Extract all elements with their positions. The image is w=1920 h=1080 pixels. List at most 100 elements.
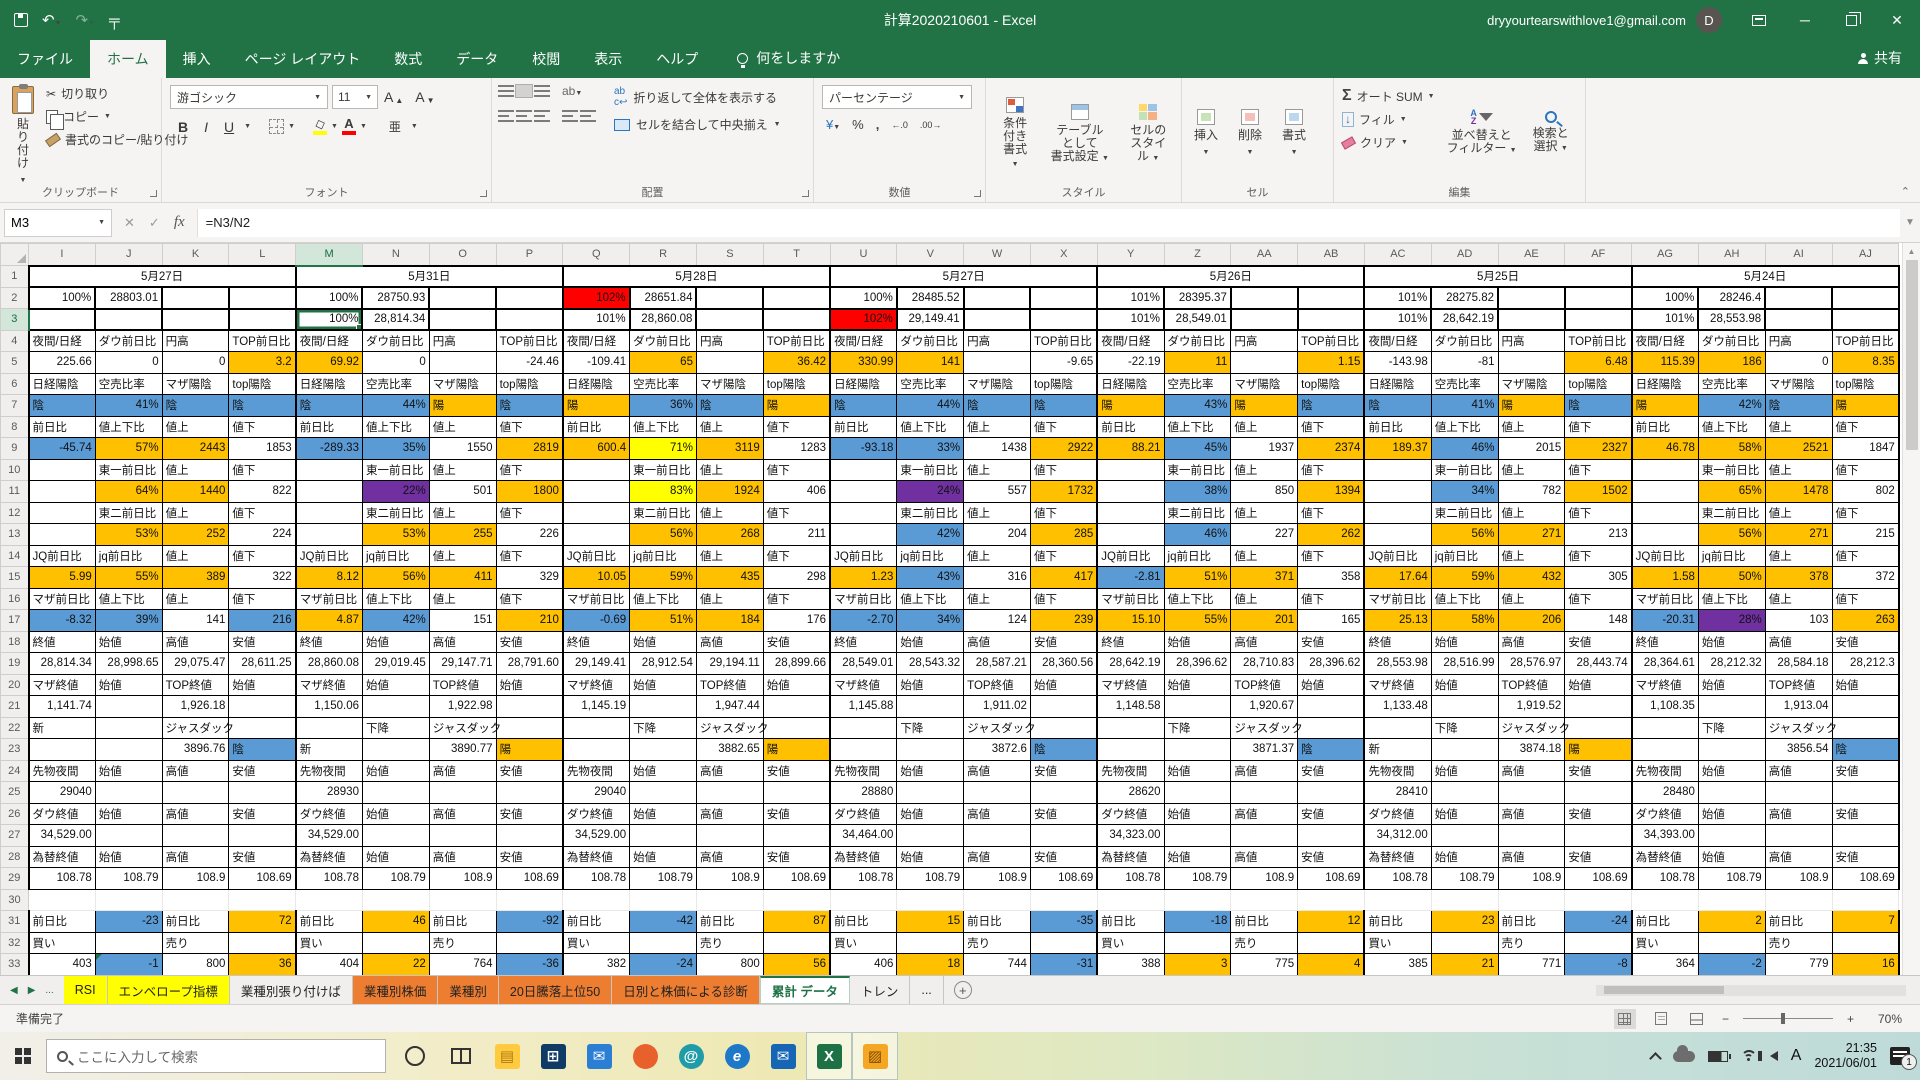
cell[interactable]: 夜間/日経 xyxy=(1364,330,1431,352)
cell[interactable]: 高値 xyxy=(162,803,229,825)
sheet-tab[interactable]: 業種別株価 xyxy=(353,976,439,1004)
cell[interactable] xyxy=(362,825,429,847)
cell[interactable]: jq前日比 xyxy=(362,545,429,567)
cell[interactable] xyxy=(296,459,363,481)
cell[interactable]: 501 xyxy=(429,481,496,503)
cell[interactable]: 始値 xyxy=(496,674,563,696)
cell[interactable]: 115.39 xyxy=(1632,352,1699,374)
cell[interactable]: 1283 xyxy=(763,438,830,460)
cell[interactable]: 空売比率 xyxy=(897,373,964,395)
cell[interactable]: 値上下比 xyxy=(630,588,697,610)
cell[interactable] xyxy=(1231,309,1298,331)
row-header-6[interactable]: 6 xyxy=(1,373,29,395)
cell[interactable]: 値上 xyxy=(1498,588,1565,610)
cell[interactable]: 値上 xyxy=(1498,502,1565,524)
cell[interactable]: 388 xyxy=(1097,954,1164,976)
cell[interactable]: 始値 xyxy=(1698,846,1765,868)
cell[interactable]: TOP終値 xyxy=(429,674,496,696)
cell[interactable] xyxy=(496,889,563,911)
cell[interactable]: 35% xyxy=(362,438,429,460)
cell[interactable] xyxy=(897,739,964,761)
cell[interactable]: -24.46 xyxy=(496,352,563,374)
cell[interactable]: 東二前日比 xyxy=(897,502,964,524)
cell[interactable]: 22% xyxy=(362,481,429,503)
fill-button[interactable]: ↓ フィル ▼ xyxy=(1338,108,1439,131)
cell[interactable]: 1,920.67 xyxy=(1231,696,1298,718)
cell[interactable] xyxy=(162,825,229,847)
cell[interactable]: ダウ前日比 xyxy=(362,330,429,352)
cell[interactable]: マザ前日比 xyxy=(830,588,897,610)
cell[interactable]: 陽 xyxy=(1565,739,1632,761)
cell[interactable]: 108.79 xyxy=(1164,868,1231,890)
cell[interactable]: 前日比 xyxy=(296,416,363,438)
cell[interactable]: 3890.77 xyxy=(429,739,496,761)
cell[interactable]: 前日比 xyxy=(830,911,897,933)
cell[interactable]: -31 xyxy=(1030,954,1097,976)
merge-center-button[interactable]: セルを結合して中央揃え▼ xyxy=(608,112,787,137)
cell[interactable]: 円高 xyxy=(1765,330,1832,352)
cell[interactable]: 141 xyxy=(162,610,229,632)
cell[interactable]: 東二前日比 xyxy=(1431,502,1498,524)
cell[interactable]: 36.42 xyxy=(763,352,830,374)
cell[interactable]: 58% xyxy=(1431,610,1498,632)
cell[interactable]: 始値 xyxy=(1565,674,1632,696)
sheet-overflow-indicator[interactable]: ... xyxy=(45,985,53,996)
cell[interactable]: ジャスダック xyxy=(964,717,1031,739)
cell[interactable]: 始値 xyxy=(1431,760,1498,782)
cell[interactable]: 28485.52 xyxy=(897,287,964,309)
cell[interactable]: 34,323.00 xyxy=(1097,825,1164,847)
column-header-AI[interactable]: AI xyxy=(1765,244,1832,266)
cell[interactable]: 売り xyxy=(696,932,763,954)
cell[interactable] xyxy=(630,825,697,847)
cell[interactable]: 213 xyxy=(1565,524,1632,546)
decrease-font-icon[interactable]: A▼ xyxy=(409,86,440,108)
cell[interactable] xyxy=(1298,825,1365,847)
cell[interactable] xyxy=(1765,782,1832,804)
cell[interactable]: 28,549.01 xyxy=(830,653,897,675)
cell[interactable]: 値上 xyxy=(1765,588,1832,610)
cell[interactable]: 83% xyxy=(630,481,697,503)
cell[interactable]: 始値 xyxy=(630,760,697,782)
cell[interactable]: 安値 xyxy=(1565,803,1632,825)
borders-icon[interactable] xyxy=(269,119,284,134)
cell[interactable]: 28275.82 xyxy=(1431,287,1498,309)
cell[interactable]: 8.35 xyxy=(1832,352,1899,374)
row-header-22[interactable]: 22 xyxy=(1,717,29,739)
cell[interactable]: -2.81 xyxy=(1097,567,1164,589)
cell[interactable]: 17.64 xyxy=(1364,567,1431,589)
cell[interactable] xyxy=(95,782,162,804)
cell[interactable]: 55% xyxy=(1164,610,1231,632)
cell[interactable]: 42% xyxy=(362,610,429,632)
cell[interactable]: 安値 xyxy=(1832,803,1899,825)
cell[interactable]: 値上 xyxy=(429,459,496,481)
cell[interactable]: 102% xyxy=(563,287,630,309)
cell[interactable]: 値下 xyxy=(496,502,563,524)
cell[interactable]: 始値 xyxy=(630,674,697,696)
cell[interactable] xyxy=(696,889,763,911)
cell[interactable]: 28,360.56 xyxy=(1030,653,1097,675)
sheet-nav-left-icon[interactable]: ◀ xyxy=(10,985,18,996)
cell[interactable]: 円高 xyxy=(1498,330,1565,352)
phonetic-guide-button[interactable]: 亜 xyxy=(383,115,407,138)
cell[interactable]: 前日比 xyxy=(964,911,1031,933)
cell[interactable]: 28,710.83 xyxy=(1231,653,1298,675)
cell[interactable]: 売り xyxy=(1231,932,1298,954)
cell[interactable]: 1,108.35 xyxy=(1632,696,1699,718)
cell[interactable]: 日経陽陰 xyxy=(1632,373,1699,395)
cell[interactable]: 330.99 xyxy=(830,352,897,374)
cell[interactable]: 775 xyxy=(1231,954,1298,976)
cell[interactable]: 安値 xyxy=(1298,760,1365,782)
cell[interactable]: 100% xyxy=(29,287,96,309)
cell[interactable]: 売り xyxy=(162,932,229,954)
cell[interactable]: 東一前日比 xyxy=(630,459,697,481)
sheet-tab[interactable]: RSI xyxy=(64,976,108,1004)
cell[interactable]: 28,587.21 xyxy=(964,653,1031,675)
column-header-I[interactable]: I xyxy=(29,244,96,266)
cell[interactable]: 安値 xyxy=(1030,631,1097,653)
cell[interactable]: 陽 xyxy=(763,395,830,417)
cell[interactable]: 1,919.52 xyxy=(1498,696,1565,718)
delete-cells-button[interactable]: 削除▼ xyxy=(1230,86,1270,182)
cell[interactable]: 29,147.71 xyxy=(429,653,496,675)
cell[interactable]: 売り xyxy=(964,932,1031,954)
cell[interactable]: 184 xyxy=(696,610,763,632)
